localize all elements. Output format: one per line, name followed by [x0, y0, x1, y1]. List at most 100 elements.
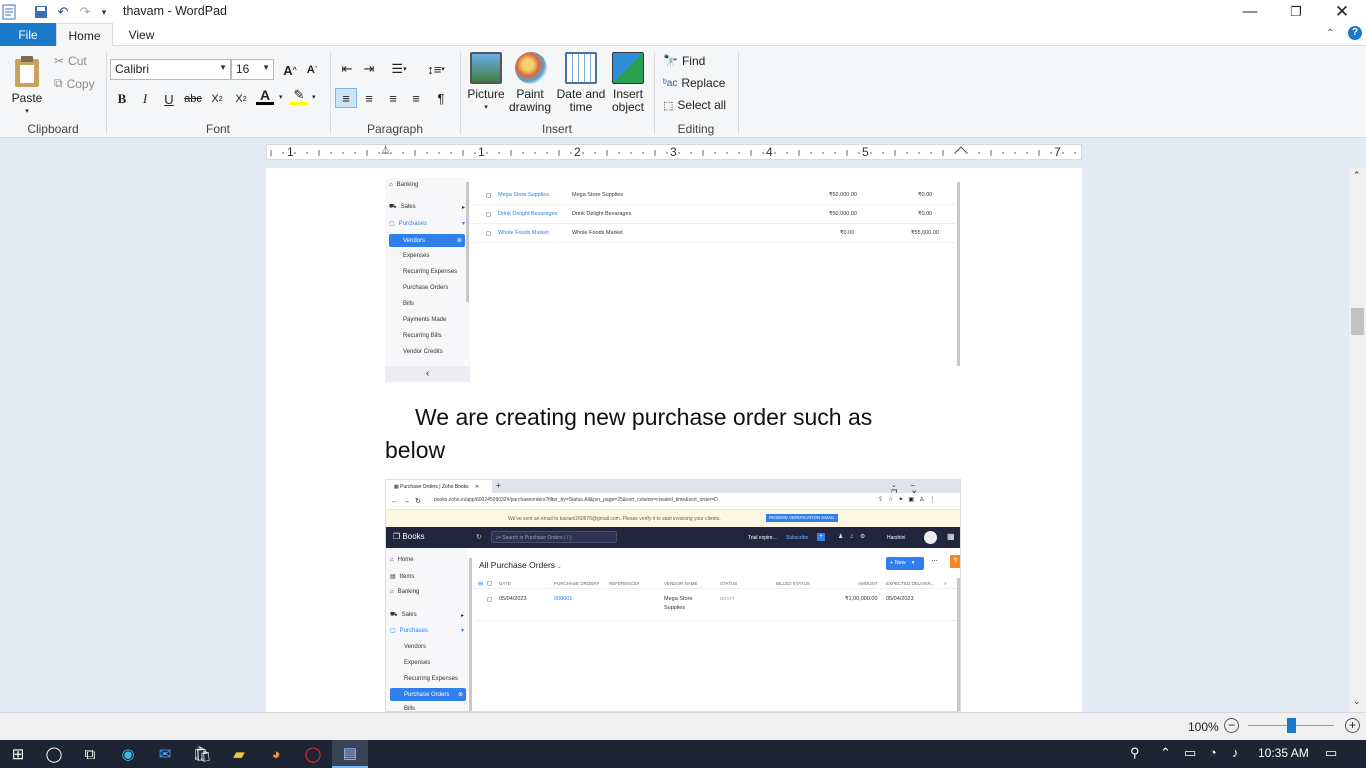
firefox-icon[interactable]: ◕	[258, 740, 294, 768]
scrollbar-thumb[interactable]	[1351, 308, 1364, 335]
search-icon[interactable]: ◯	[36, 740, 72, 768]
restore-button[interactable]: ❐	[1273, 0, 1319, 23]
scroll-up-icon[interactable]: ⌃	[1353, 170, 1361, 181]
increase-indent-icon[interactable]: ⇥	[358, 59, 380, 79]
clock[interactable]: 10:35 AM	[1258, 746, 1309, 760]
subscript-icon[interactable]: X2	[206, 89, 228, 109]
paint-drawing-button[interactable]: Paint drawing	[508, 52, 554, 114]
sidebar-item-banking: ⌂ Banking	[389, 182, 419, 188]
minimize-button[interactable]: —	[1227, 0, 1273, 23]
notifications-icon[interactable]: ▭	[1325, 745, 1337, 761]
sidebar-item-purchases: ▢ Purchases ▾	[390, 627, 464, 635]
tab-file[interactable]: File	[0, 23, 56, 46]
insert-picture-button[interactable]: Picture ▾	[464, 52, 508, 114]
close-button[interactable]: ✕	[1319, 0, 1365, 23]
sidebar-item-sales: ⛟ Sales ▸	[390, 612, 464, 619]
undo-icon[interactable]: ↶	[54, 3, 72, 21]
select-all-button[interactable]: ⬚ Select all	[663, 98, 726, 112]
task-view-icon[interactable]: ⧉	[72, 740, 108, 768]
align-center-icon[interactable]: ≡	[358, 88, 380, 108]
divider	[738, 52, 739, 134]
wordpad-app-icon[interactable]	[0, 3, 18, 21]
font-family-select[interactable]: Calibri ▼	[110, 59, 231, 80]
replace-button[interactable]: ᵇac Replace	[663, 76, 725, 90]
table-row: Drink Delight Bevarages Drink Delight Be…	[473, 205, 955, 224]
bold-icon[interactable]: B	[111, 89, 133, 109]
indent-marker-icon[interactable]: ⏅	[381, 143, 390, 156]
select-all-icon: ⬚	[663, 99, 674, 112]
find-button[interactable]: 🔭 Find	[663, 54, 705, 68]
paste-icon	[15, 56, 39, 87]
highlight-icon[interactable]: ✎	[290, 87, 308, 105]
wordpad-taskbar-icon[interactable]: ▤	[332, 740, 368, 768]
paste-button[interactable]: Paste ▾	[8, 52, 46, 118]
ruler-number: 3	[670, 145, 677, 159]
tab-view[interactable]: View	[113, 23, 170, 46]
url-text: books.zoho.in/app/60024509032#/purchaseo…	[434, 497, 718, 503]
battery-icon[interactable]: ▭	[1184, 745, 1196, 761]
decrease-indent-icon[interactable]: ⇤	[336, 59, 358, 79]
zoom-in-icon[interactable]: +	[1345, 718, 1360, 733]
sidebar-item-purchases: ▢ Purchases ▾	[389, 220, 465, 228]
volume-icon[interactable]: ♪	[1232, 745, 1239, 760]
sidebar-item-purchase-orders: Purchase Orders ⊕	[390, 688, 466, 701]
chevron-up-icon[interactable]: ⌃	[1160, 745, 1171, 761]
paragraph-settings-icon[interactable]: ¶	[430, 88, 452, 108]
store-icon[interactable]: 🛍	[184, 740, 220, 768]
italic-icon[interactable]: I	[134, 89, 156, 109]
ribbon-tabs: File Home View ⌃ ?	[0, 23, 1366, 47]
line-spacing-icon[interactable]: ↕≡ ▾	[422, 59, 450, 79]
customize-toolbar-icon[interactable]: ▾	[95, 3, 113, 21]
zoom-out-icon[interactable]: −	[1224, 718, 1239, 733]
cut-icon: ✂	[54, 54, 65, 68]
zoom-slider-thumb[interactable]	[1286, 718, 1296, 733]
wifi-icon[interactable]: ◔	[1209, 745, 1217, 760]
chevron-down-icon[interactable]: ▾	[312, 93, 316, 101]
grow-font-icon[interactable]: A ^	[279, 60, 301, 80]
justify-icon[interactable]: ≡	[405, 88, 427, 108]
ruler-number: 7	[1054, 145, 1061, 159]
mail-icon[interactable]: ✉	[147, 740, 183, 768]
insert-object-button[interactable]: Insert object	[607, 52, 649, 114]
file-explorer-icon[interactable]: ▰	[221, 740, 257, 768]
redo-icon[interactable]: ↷	[76, 3, 94, 21]
help-button: ?	[950, 555, 960, 568]
zoom-level: 100%	[1188, 720, 1219, 734]
paste-label: Paste	[11, 91, 43, 105]
date-time-button[interactable]: Date and time	[555, 52, 607, 114]
edge-icon[interactable]: ◉	[110, 740, 146, 768]
ruler[interactable]: 1 1 2 3 4 5 7 ⏅	[266, 144, 1082, 160]
scroll-down-icon[interactable]: ⌄	[1353, 696, 1361, 707]
chevron-down-icon[interactable]: ▾	[279, 93, 283, 101]
embedded-purchase-orders-screenshot[interactable]: ▦ Purchase Orders | Zoho Books✕ + ⌄–❐✕ ←…	[385, 479, 961, 712]
superscript-icon[interactable]: X2	[230, 89, 252, 109]
paste-dropdown-icon: ▾	[25, 108, 29, 115]
copy-button[interactable]: ⧉ Copy	[54, 76, 95, 91]
align-left-icon[interactable]: ≡	[335, 88, 357, 108]
people-icon[interactable]: ⚲	[1130, 745, 1140, 761]
font-size-select[interactable]: 16 ▼	[231, 59, 274, 80]
clipboard-group-label: Clipboard	[27, 122, 79, 136]
windows-start-icon[interactable]: ⊞	[0, 740, 36, 768]
help-icon[interactable]: ?	[1348, 26, 1362, 40]
editing-group-label: Editing	[677, 122, 715, 136]
shrink-font-icon[interactable]: Aˇ	[301, 60, 323, 80]
font-family-value: Calibri	[115, 62, 150, 76]
vertical-scrollbar[interactable]: ⌃ ⌄	[1349, 168, 1366, 712]
minimize-ribbon-icon[interactable]: ⌃	[1326, 28, 1334, 39]
sidebar-item-vendor-credits: Vendor Credits	[403, 349, 443, 355]
bullet-list-icon[interactable]: ☰ ▾	[384, 59, 414, 79]
banner-text: We've sent an email to kaviani260676@gma…	[508, 516, 721, 522]
align-right-icon[interactable]: ≡	[382, 88, 404, 108]
ruler-number: 5	[862, 145, 869, 159]
text-color-icon[interactable]: A	[256, 87, 274, 105]
underline-icon[interactable]: U	[158, 89, 180, 109]
tab-home[interactable]: Home	[56, 23, 113, 47]
cut-button[interactable]: ✂ Cut	[54, 54, 87, 68]
select-all-label: Select all	[677, 98, 727, 112]
save-icon[interactable]	[32, 3, 50, 21]
opera-icon[interactable]: ◯	[295, 740, 331, 768]
document-page[interactable]: ⌂ Banking ⛟ Sales ▸ ▢ Purchases ▾ Vendors ⊕ Ex…	[266, 168, 1082, 712]
strikethrough-icon[interactable]: abc	[182, 89, 204, 109]
embedded-vendors-screenshot[interactable]: ⌂ Banking ⛟ Sales ▸ ▢ Purchases ▾ Vendors ⊕ Ex…	[385, 178, 961, 382]
